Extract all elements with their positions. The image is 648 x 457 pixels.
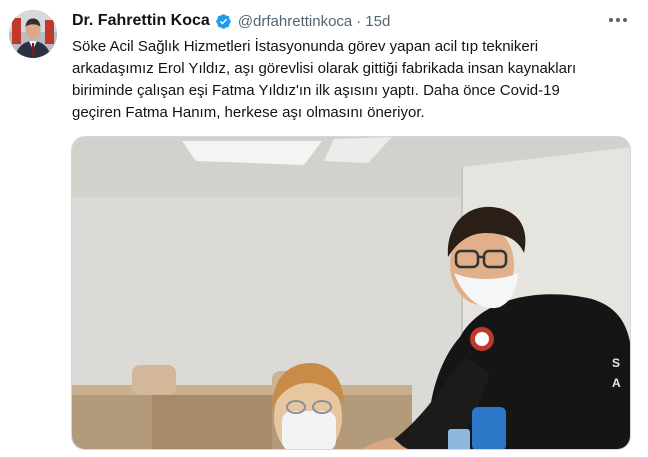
tweet-photo[interactable]: S A bbox=[71, 136, 631, 450]
more-options-icon[interactable] bbox=[604, 9, 632, 31]
tweet-text-line: arkadaşımız Erol Yıldız, aşı görevlisi o… bbox=[72, 60, 577, 77]
tweet-text: Söke Acil Sağlık Hizmetleri İstasyonunda… bbox=[72, 36, 632, 124]
separator-dot: · bbox=[356, 12, 362, 30]
avatar-image bbox=[9, 10, 57, 58]
photo-image: S A bbox=[72, 137, 630, 449]
tweet-text-line: biriminde çalışan eşi Fatma Yıldız'ın il… bbox=[72, 82, 560, 99]
author-name[interactable]: Dr. Fahrettin Koca bbox=[72, 12, 210, 30]
avatar[interactable] bbox=[9, 10, 57, 58]
verified-badge-icon bbox=[215, 13, 232, 30]
svg-text:S: S bbox=[612, 356, 620, 370]
tweet-text-line: geçiren Fatma Hanım, herkese aşı olmasın… bbox=[72, 104, 425, 121]
tweet-text-line: Söke Acil Sağlık Hizmetleri İstasyonunda… bbox=[72, 38, 539, 55]
svg-text:A: A bbox=[612, 376, 621, 390]
tweet-header: Dr. Fahrettin Koca @drfahrettinkoca · 15… bbox=[72, 10, 390, 32]
author-handle[interactable]: @drfahrettinkoca bbox=[238, 13, 352, 30]
tweet-card: Dr. Fahrettin Koca @drfahrettinkoca · 15… bbox=[0, 0, 648, 457]
tweet-timestamp[interactable]: 15d bbox=[365, 13, 390, 30]
